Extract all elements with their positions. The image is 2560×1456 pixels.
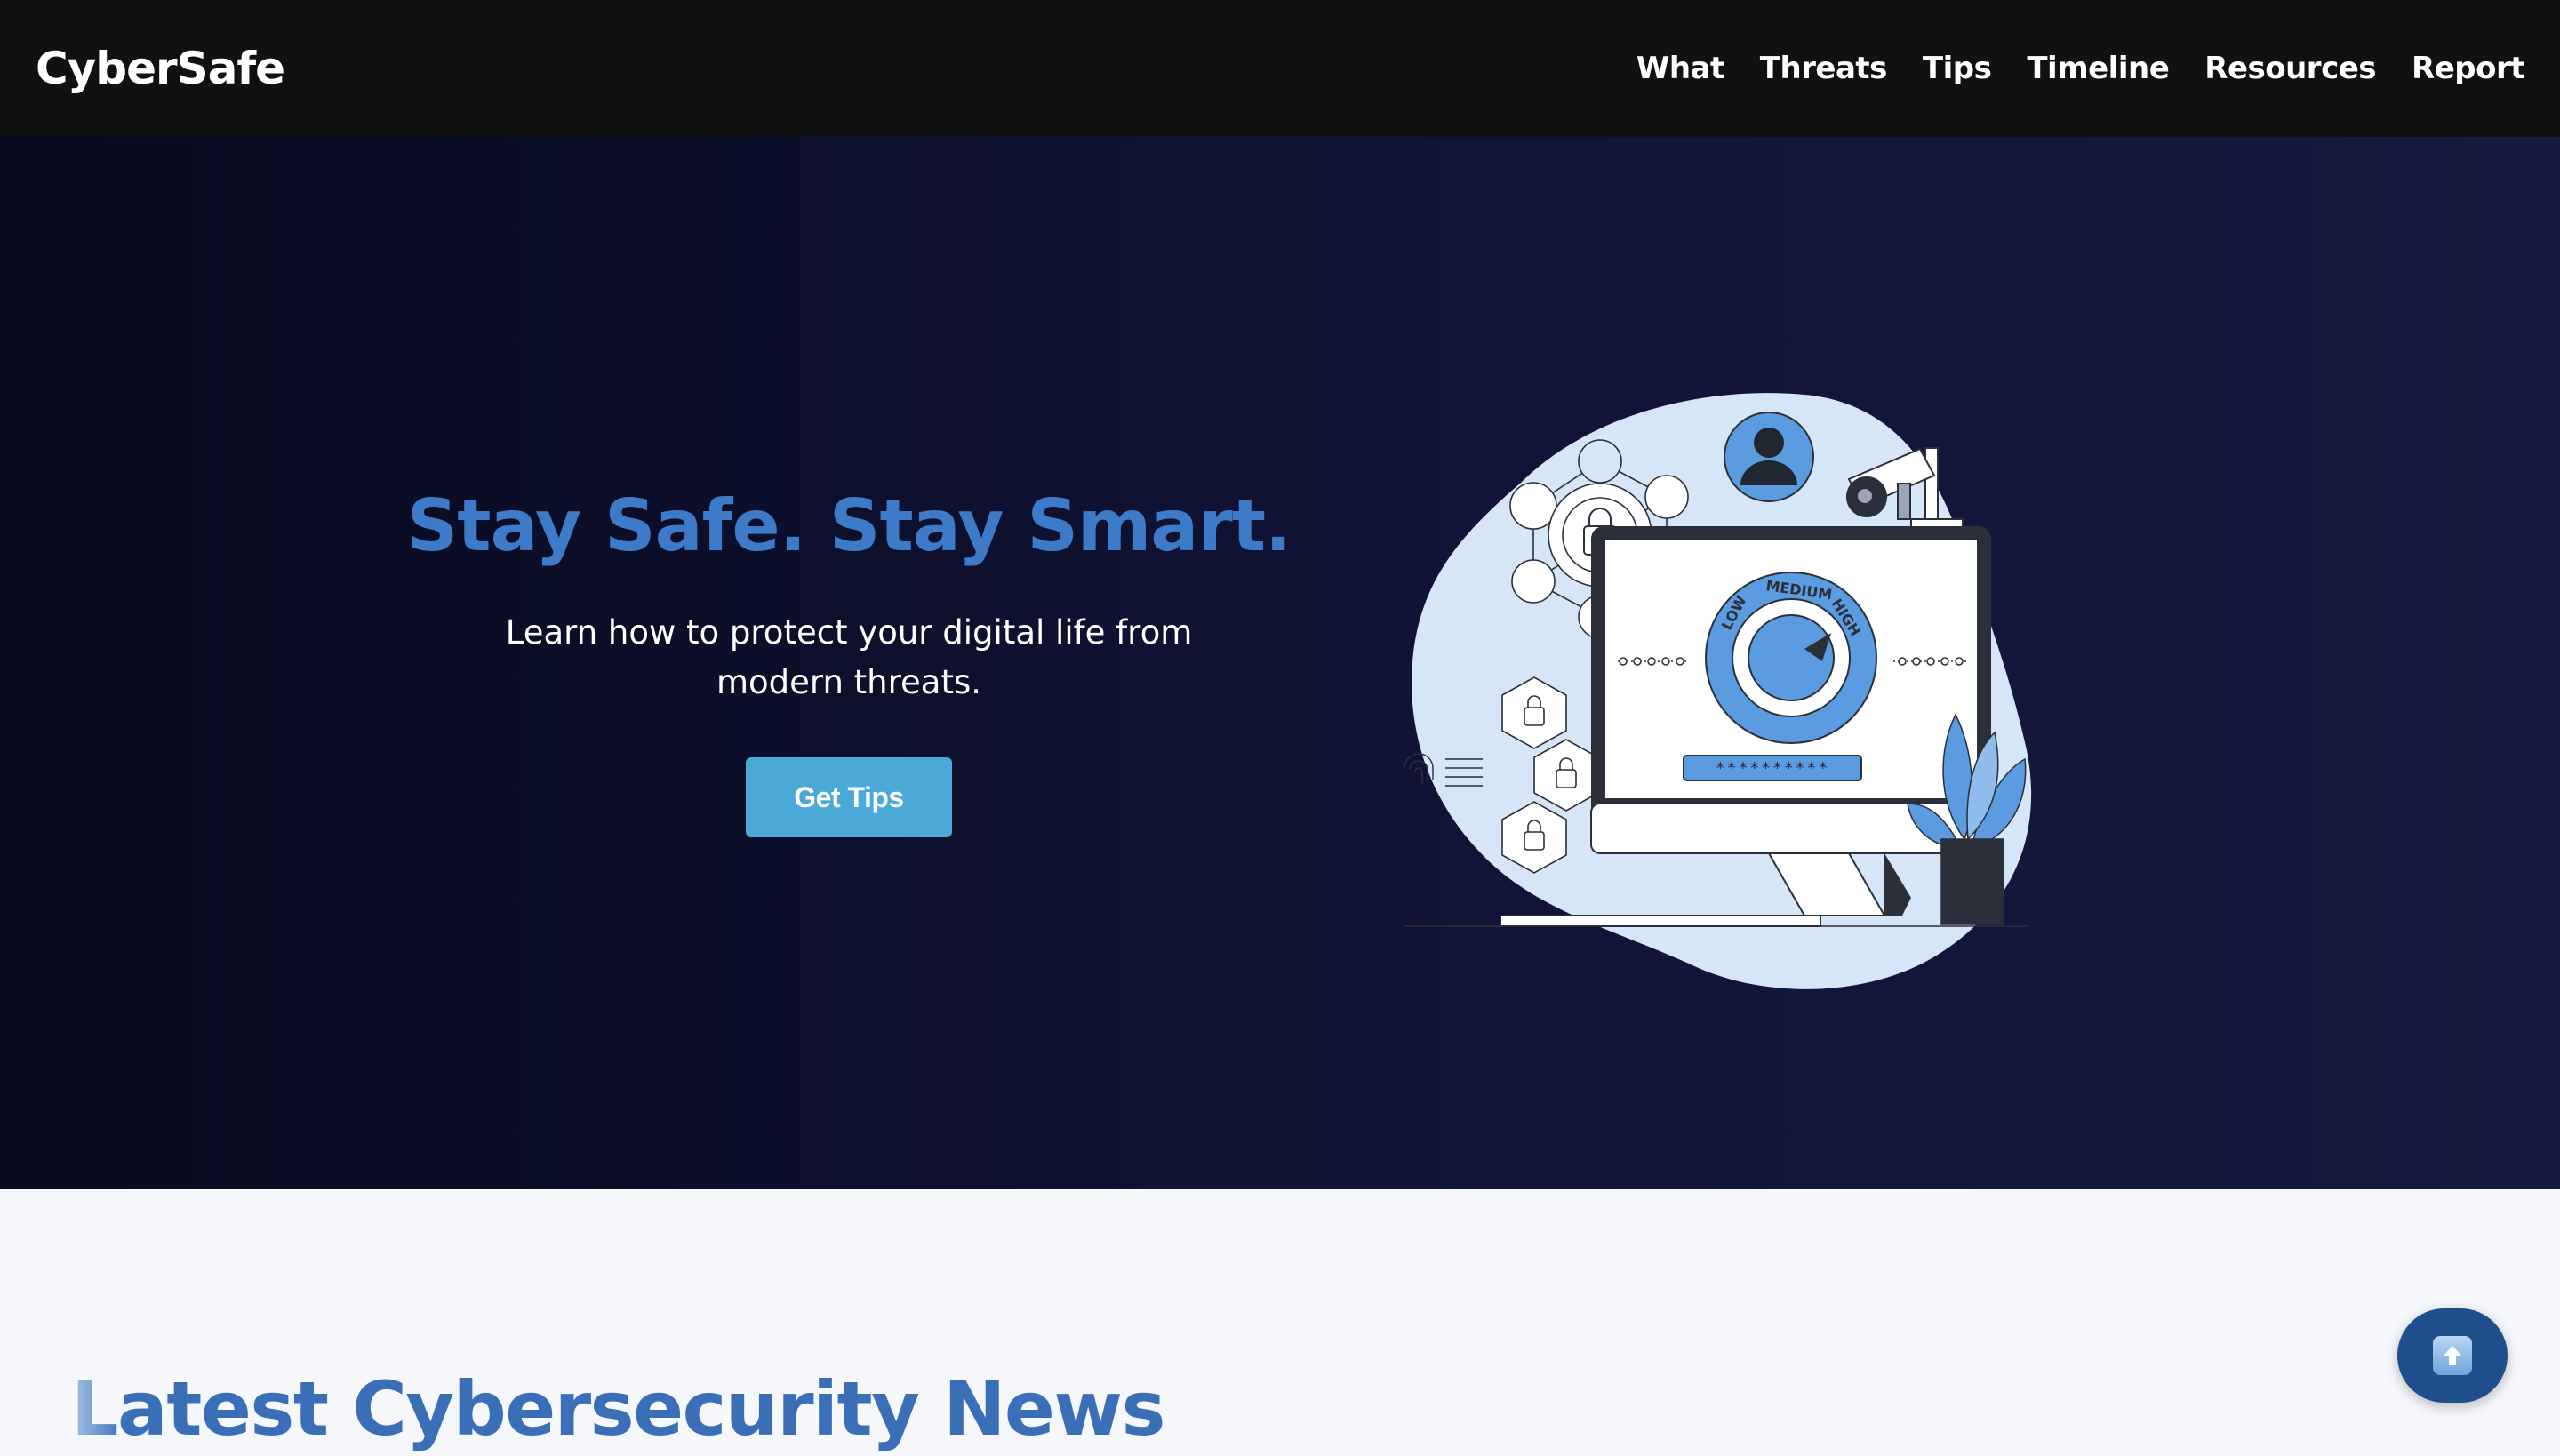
nav-links: What Threats Tips Timeline Resources Rep… bbox=[1636, 51, 2525, 86]
security-illustration: LOW MEDIUM HIGH ********** bbox=[1404, 393, 2032, 989]
hero-subtitle: Learn how to protect your digital life f… bbox=[505, 613, 1193, 701]
nav-link-tips[interactable]: Tips bbox=[1923, 51, 1992, 86]
news-title: Latest Cybersecurity News bbox=[71, 1365, 1165, 1452]
password-mask: ********** bbox=[1716, 759, 1829, 778]
news-section: Latest Cybersecurity News bbox=[0, 1189, 2560, 1456]
get-tips-button[interactable]: Get Tips bbox=[746, 757, 952, 837]
arrow-up-icon bbox=[2433, 1336, 2472, 1375]
hero-text: Stay Safe. Stay Smart. Learn how to prot… bbox=[400, 484, 1298, 837]
nav-link-resources[interactable]: Resources bbox=[2204, 51, 2376, 86]
nav-link-timeline[interactable]: Timeline bbox=[2027, 51, 2169, 86]
hero-title: Stay Safe. Stay Smart. bbox=[406, 484, 1292, 567]
user-icon bbox=[1724, 412, 1814, 502]
site-logo[interactable]: CyberSafe bbox=[36, 43, 285, 94]
navbar: CyberSafe What Threats Tips Timeline Res… bbox=[0, 0, 2560, 137]
nav-link-report[interactable]: Report bbox=[2412, 51, 2524, 86]
nav-link-threats[interactable]: Threats bbox=[1760, 51, 1888, 86]
scroll-to-top-button[interactable] bbox=[2397, 1308, 2508, 1403]
nav-link-what[interactable]: What bbox=[1636, 51, 1724, 86]
hero-section: Stay Safe. Stay Smart. Learn how to prot… bbox=[0, 137, 2560, 1189]
